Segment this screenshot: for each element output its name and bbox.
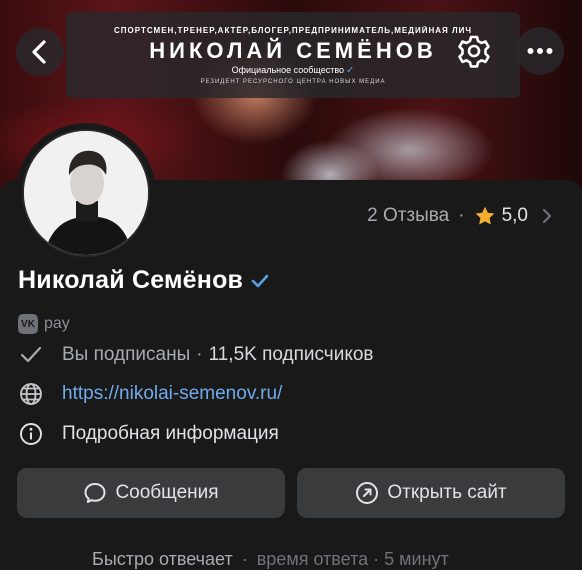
vkpay-label: pay: [44, 315, 70, 332]
response-time: время ответа · 5 минут: [256, 549, 449, 569]
vk-logo-icon: VK: [18, 314, 38, 334]
avatar-photo: [22, 129, 150, 257]
reviews-summary[interactable]: 2 Отзыва · 5,0: [367, 205, 552, 227]
profile-name-row: Николай Семёнов: [18, 266, 269, 295]
rating-value: 5,0: [501, 205, 528, 226]
cover-subtitle-text: Официальное сообщество: [231, 65, 345, 75]
website-row[interactable]: https://nikolai-semenov.ru/: [18, 381, 282, 407]
check-icon: [18, 342, 44, 368]
gear-icon: [458, 35, 490, 68]
settings-button[interactable]: [450, 27, 498, 75]
separator: ·: [196, 344, 203, 365]
back-button[interactable]: [16, 28, 64, 76]
more-button[interactable]: [516, 27, 564, 75]
subscribed-status: Вы подписаны: [62, 344, 191, 365]
reviews-count: 2 Отзыва: [367, 205, 450, 226]
chevron-right-icon: [542, 208, 552, 224]
person-photo: [24, 131, 148, 255]
cover-subtitle: Официальное сообщество ✓: [66, 65, 520, 76]
messages-label: Сообщения: [115, 482, 219, 503]
response-status: Быстро отвечает: [92, 549, 233, 569]
separator: ·: [241, 549, 248, 569]
subscription-row[interactable]: Вы подписаны · 11,5K подписчиков: [18, 342, 374, 368]
cover-tagline: СПОРТСМЕН,ТРЕНЕР,АКТЁР,БЛОГЕР,ПРЕДПРИНИМ…: [114, 26, 472, 35]
profile-name: Николай Семёнов: [18, 266, 244, 294]
open-site-label: Открыть сайт: [387, 482, 507, 503]
response-info: Быстро отвечает · время ответа · 5 минут: [92, 549, 449, 570]
star-icon: [475, 206, 494, 225]
message-icon: [83, 481, 107, 505]
external-link-icon: [355, 481, 379, 505]
subscribers-count[interactable]: 11,5K подписчиков: [209, 344, 374, 366]
avatar[interactable]: [16, 123, 156, 263]
info-icon: [18, 421, 44, 447]
details-label: Подробная информация: [62, 423, 279, 444]
messages-button[interactable]: Сообщения: [17, 468, 285, 518]
verified-icon[interactable]: [251, 274, 269, 288]
chevron-left-icon: [32, 40, 46, 64]
vkpay-badge[interactable]: VK pay: [18, 314, 70, 334]
details-row[interactable]: Подробная информация: [18, 421, 279, 447]
cover-footer: РЕЗИДЕНТ РЕСУРСНОГО ЦЕНТРА НОВЫХ МЕДИА: [200, 79, 386, 85]
website-link[interactable]: https://nikolai-semenov.ru/: [62, 383, 282, 405]
check-icon: ✓: [346, 65, 355, 76]
more-horizontal-icon: [527, 48, 553, 54]
globe-icon: [18, 381, 44, 407]
open-site-button[interactable]: Открыть сайт: [297, 468, 565, 518]
separator: ·: [458, 205, 465, 226]
